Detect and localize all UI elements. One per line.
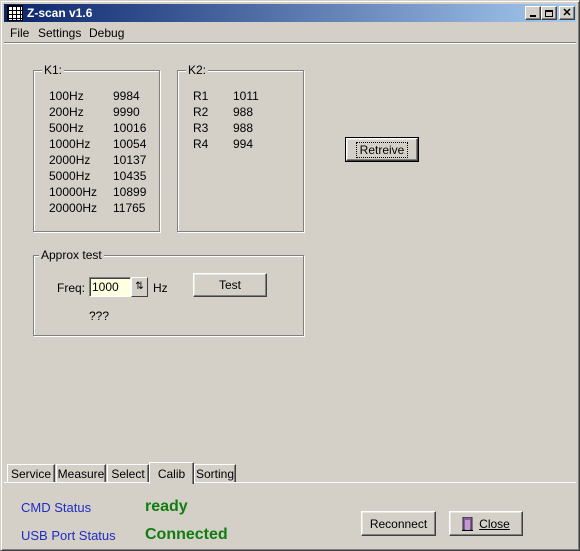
k2-name: R3: [193, 121, 209, 135]
freq-unit: Hz: [153, 281, 168, 295]
freq-input[interactable]: [89, 277, 131, 297]
k1-freq: 5000Hz: [49, 169, 91, 183]
app-grid-icon: [7, 5, 23, 21]
tab-calib[interactable]: Calib: [149, 462, 194, 484]
window-title: Z-scan v1.6: [27, 6, 93, 20]
k2-value: 988: [233, 121, 254, 135]
k1-value: 9990: [113, 105, 140, 119]
menu-settings[interactable]: Settings: [38, 26, 81, 40]
usb-status-label: USB Port Status: [21, 528, 116, 543]
approx-test-label: Approx test: [39, 248, 104, 262]
k2-label: K2:: [186, 63, 209, 77]
tab-sorting-label: Sorting: [195, 466, 235, 481]
cmd-status-value: ready: [145, 498, 188, 515]
k1-value: 10016: [113, 121, 147, 135]
k1-value: 9984: [113, 89, 140, 103]
k1-freq: 500Hz: [49, 121, 84, 135]
k1-freq: 200Hz: [49, 105, 84, 119]
minimize-icon: [530, 15, 536, 17]
k1-freq: 20000Hz: [49, 201, 98, 215]
door-exit-icon: [462, 516, 474, 531]
tab-service[interactable]: Service: [7, 464, 55, 482]
k2-value: 994: [233, 137, 254, 151]
freq-spinner[interactable]: ⇅: [131, 277, 148, 297]
tab-baseline: [4, 482, 576, 483]
k2-value: 1011: [233, 89, 259, 103]
reconnect-button-label: Reconnect: [369, 516, 428, 531]
close-button-label: Close: [479, 516, 510, 531]
tab-sorting[interactable]: Sorting: [194, 464, 236, 482]
menu-divider-highlight: [4, 43, 576, 44]
k2-name: R2: [193, 105, 209, 119]
freq-label: Freq:: [57, 281, 86, 295]
maximize-icon: [545, 9, 553, 17]
approx-result: ???: [89, 309, 110, 323]
tab-service-label: Service: [10, 466, 51, 481]
menu-file[interactable]: File: [10, 26, 29, 40]
retrieve-button[interactable]: Retreive: [345, 137, 419, 162]
k1-freq: 10000Hz: [49, 185, 98, 199]
k1-value: 10435: [113, 169, 147, 183]
k1-label: K1:: [42, 63, 65, 77]
minimize-button[interactable]: [525, 6, 541, 20]
k1-value: 11765: [113, 201, 146, 215]
close-window-button[interactable]: ✕: [559, 6, 575, 20]
title-bar[interactable]: Z-scan v1.6 ✕: [4, 4, 576, 22]
close-button[interactable]: Close: [449, 511, 523, 536]
test-button-label: Test: [218, 278, 241, 292]
cmd-status-label: CMD Status: [21, 500, 92, 515]
main-window: Z-scan v1.6 ✕ File Settings Debug K1: 10…: [0, 0, 580, 551]
reconnect-button[interactable]: Reconnect: [361, 511, 436, 536]
k1-freq: 100Hz: [49, 89, 84, 103]
tab-select[interactable]: Select: [107, 464, 149, 482]
tab-select-label: Select: [111, 466, 145, 481]
test-button[interactable]: Test: [193, 273, 267, 297]
k1-value: 10899: [113, 185, 147, 199]
k2-value: 988: [233, 105, 254, 119]
retrieve-button-label: Retreive: [355, 141, 409, 158]
k2-name: R1: [193, 89, 209, 103]
k1-freq: 1000Hz: [49, 137, 91, 151]
menu-debug[interactable]: Debug: [89, 26, 124, 40]
maximize-button[interactable]: [541, 6, 557, 20]
usb-status-value: Connected: [145, 526, 228, 543]
k1-value: 10137: [113, 153, 147, 167]
spin-arrows-icon: ⇅: [135, 281, 144, 292]
tab-calib-label: Calib: [157, 466, 186, 481]
tab-measure-label: Measure: [57, 466, 105, 481]
close-icon: ✕: [562, 6, 572, 19]
menu-bar: File Settings Debug: [4, 23, 576, 42]
k1-value: 10054: [113, 137, 147, 151]
tab-measure[interactable]: Measure: [56, 464, 106, 482]
k1-freq: 2000Hz: [49, 153, 91, 167]
k2-name: R4: [193, 137, 209, 151]
